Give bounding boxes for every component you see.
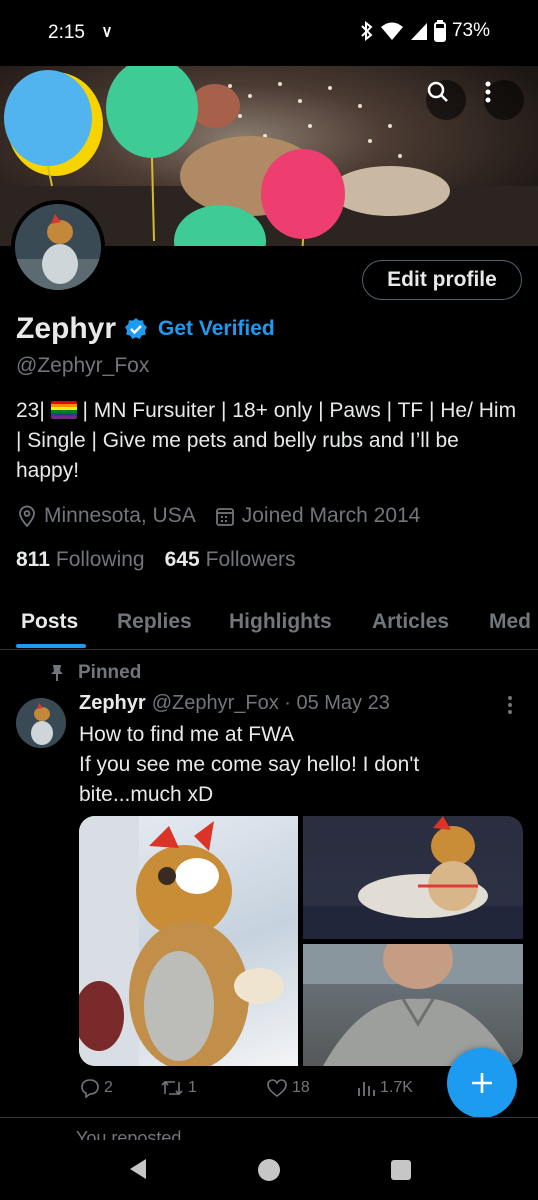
like-action[interactable]: 18 [266, 1078, 310, 1098]
post-media-3[interactable] [303, 929, 523, 1066]
get-verified-link[interactable]: Get Verified [158, 317, 275, 341]
reply-count: 2 [104, 1079, 113, 1096]
pin-icon [51, 665, 63, 681]
post-line-1: How to find me at FWA [79, 723, 295, 746]
profile-joined: Joined March 2014 [215, 504, 421, 528]
status-time: 2:15 [48, 22, 85, 43]
like-count: 18 [292, 1079, 310, 1096]
compose-icon [472, 1073, 492, 1093]
next-post-reposted: You reposted [44, 1128, 181, 1140]
profile-location: Minnesota, USA [18, 504, 196, 528]
post-more-icon[interactable] [506, 694, 514, 716]
followers-count: 645 [164, 548, 200, 571]
calendar-icon [215, 508, 234, 526]
post-text: How to find me at FWA If you see me come… [79, 720, 524, 810]
media-3-image [303, 929, 523, 1066]
post-header: Zephyr @Zephyr_Fox · 05 May 23 [79, 692, 390, 715]
tab-articles[interactable]: Articles [372, 610, 449, 634]
media-1-image [79, 816, 284, 1066]
status-indicators: 73% [360, 20, 490, 42]
compose-button[interactable] [447, 1048, 517, 1118]
reply-icon [81, 1079, 99, 1098]
following-label: Following [55, 548, 145, 571]
system-nav-bar [0, 1140, 538, 1200]
status-bar: 2:15 73% [0, 0, 538, 66]
battery-icon [433, 20, 446, 42]
profile-meta: Minnesota, USA Joined March 2014 [18, 504, 440, 528]
views-action[interactable]: 1.7K [356, 1078, 413, 1098]
pinned-label: Pinned [50, 662, 141, 684]
tab-highlights[interactable]: Highlights [229, 610, 332, 634]
post-avatar-image [16, 698, 66, 748]
following-count: 811 [16, 548, 50, 571]
location-text: Minnesota, USA [44, 504, 196, 527]
views-count: 1.7K [380, 1079, 413, 1096]
post-actions: 2 1 18 1.7K [80, 1078, 440, 1106]
reply-action[interactable]: 2 [80, 1078, 113, 1098]
post-divider [0, 1117, 538, 1118]
active-tab-indicator [16, 644, 86, 648]
repost-icon [161, 1080, 183, 1096]
signal-icon [410, 23, 427, 40]
verified-badge-icon [125, 318, 148, 339]
following-link[interactable]: 811 Following [16, 548, 145, 572]
post-media-grid [79, 816, 523, 1066]
repost-action[interactable]: 1 [160, 1078, 197, 1098]
media-2-image [303, 816, 523, 939]
profile-avatar[interactable] [11, 200, 105, 294]
profile-tabs: Posts Replies Highlights Articles Med [0, 600, 538, 650]
search-button[interactable] [426, 80, 466, 120]
post-media-1[interactable] [79, 816, 298, 1066]
followers-link[interactable]: 645 Followers [165, 548, 296, 572]
search-icon [427, 81, 448, 102]
tab-posts[interactable]: Posts [21, 610, 78, 634]
more-icon [485, 81, 491, 103]
views-icon [358, 1082, 375, 1096]
follow-stats: 811 Following 645 Followers [16, 548, 316, 572]
post-author[interactable]: Zephyr [79, 692, 146, 715]
reposted-label: You reposted [76, 1128, 182, 1140]
post-handle-date: @Zephyr_Fox · 05 May 23 [151, 692, 390, 714]
repost-count: 1 [188, 1079, 197, 1096]
bio-prefix: 23| [16, 399, 45, 422]
notification-icon [103, 27, 111, 37]
tab-media[interactable]: Med [489, 610, 531, 634]
nav-home-icon[interactable] [258, 1159, 280, 1181]
avatar-image [15, 204, 101, 290]
balloon-blue [4, 70, 103, 187]
more-button[interactable] [484, 80, 524, 120]
wifi-icon [380, 22, 403, 40]
joined-text: Joined March 2014 [241, 504, 421, 527]
bluetooth-icon [361, 21, 373, 41]
profile-name-row: Zephyr Get Verified [16, 312, 275, 346]
nav-recents-icon[interactable] [391, 1160, 411, 1180]
post-avatar[interactable] [16, 698, 66, 748]
rainbow-flag-emoji [50, 401, 77, 419]
nav-back-icon[interactable] [128, 1158, 148, 1180]
edit-profile-button[interactable]: Edit profile [362, 260, 522, 300]
profile-bio: 23| | MN Fursuiter | 18+ only | Paws | T… [16, 396, 526, 486]
location-icon [19, 505, 35, 527]
like-icon [267, 1079, 287, 1097]
post-line-2: If you see me come say hello! I don't bi… [79, 753, 420, 806]
tab-replies[interactable]: Replies [117, 610, 192, 634]
bio-text: | MN Fursuiter | 18+ only | Paws | TF | … [16, 399, 517, 482]
post-media-2[interactable] [303, 816, 523, 939]
battery-percent: 73% [451, 20, 490, 41]
pinned-text: Pinned [78, 662, 142, 683]
followers-label: Followers [205, 548, 296, 571]
profile-name: Zephyr [16, 312, 117, 345]
profile-handle: @Zephyr_Fox [16, 354, 150, 377]
